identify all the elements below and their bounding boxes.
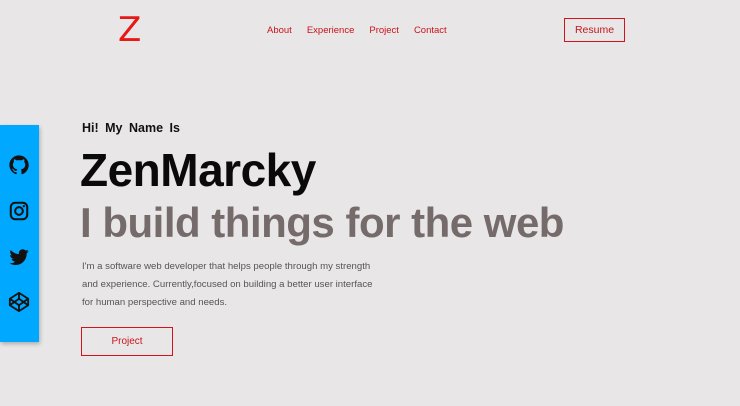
codepen-icon[interactable] xyxy=(8,291,30,313)
hero-tagline: I build things for the web xyxy=(80,199,564,246)
twitter-icon[interactable] xyxy=(8,246,30,268)
nav-contact[interactable]: Contact xyxy=(414,24,447,38)
nav-about[interactable]: About xyxy=(267,24,292,38)
github-icon[interactable] xyxy=(8,154,30,176)
logo[interactable]: Z xyxy=(118,8,141,52)
nav-project[interactable]: Project xyxy=(369,24,399,38)
hero-name: ZenMarcky xyxy=(80,144,316,196)
greeting: Hi! My Name Is xyxy=(82,121,180,135)
main-nav: About Experience Project Contact xyxy=(267,24,462,38)
nav-experience[interactable]: Experience xyxy=(307,24,355,38)
resume-button[interactable]: Resume xyxy=(564,18,625,42)
project-button[interactable]: Project xyxy=(81,327,173,356)
hero-description: I'm a software web developer that helps … xyxy=(82,261,373,308)
instagram-icon[interactable] xyxy=(8,200,30,222)
social-sidebar xyxy=(0,125,39,342)
